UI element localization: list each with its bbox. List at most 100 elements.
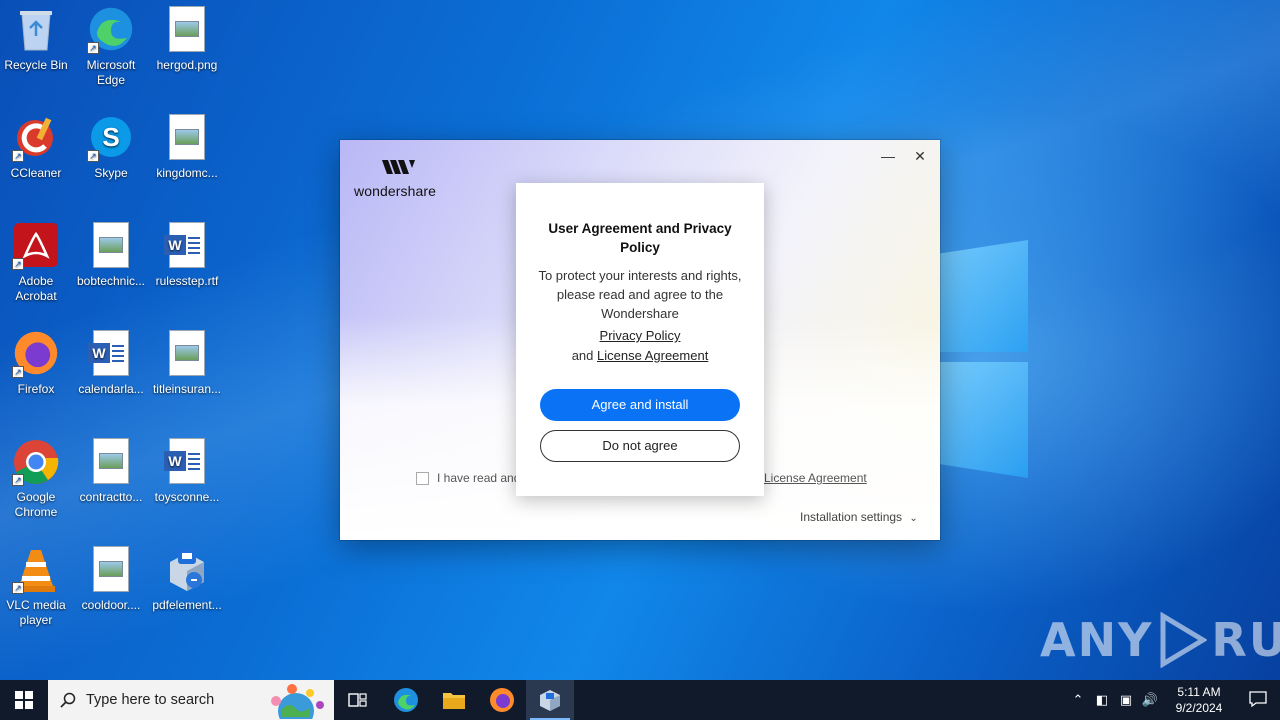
anyrun-watermark: ANY RUN [1040, 612, 1280, 668]
desktop-icon[interactable]: ↗ Firefox [0, 330, 74, 397]
shortcut-arrow-icon: ↗ [12, 366, 24, 378]
desktop-icon-label: Firefox [17, 382, 55, 396]
shortcut-arrow-icon: ↗ [12, 150, 24, 162]
desktop-icon[interactable]: Wtoysconne... [149, 438, 225, 505]
agree-and-install-button[interactable]: Agree and install [540, 389, 740, 421]
firefox-icon [490, 688, 514, 712]
and-text: and [571, 348, 594, 363]
desktop-icon[interactable]: ↗ Microsoft Edge [73, 6, 149, 88]
desktop-icon[interactable]: bobtechnic... [73, 222, 149, 289]
desktop-icon-label: CCleaner [10, 166, 62, 180]
clock[interactable]: 5:11 AM 9/2/2024 [1166, 684, 1232, 716]
desktop-icon[interactable]: kingdomc... [149, 114, 225, 181]
desktop-icon[interactable]: ↗ Adobe Acrobat [0, 222, 74, 304]
image-file-icon [87, 438, 135, 486]
desktop-icon[interactable]: ↗ CCleaner [0, 114, 74, 181]
shortcut-arrow-icon: ↗ [12, 582, 24, 594]
license-agreement-link[interactable]: License Agreement [764, 471, 867, 485]
network-icon[interactable]: ▣ [1114, 692, 1138, 708]
installation-settings-toggle[interactable]: Installation settings ⌄ [800, 510, 918, 524]
edge-icon [394, 688, 418, 712]
svg-text:S: S [102, 122, 119, 152]
do-not-agree-button[interactable]: Do not agree [540, 430, 740, 462]
desktop-icon-label: pdfelement... [152, 598, 222, 612]
minimize-button[interactable]: — [876, 146, 900, 166]
desktop-icon-label: titleinsuran... [152, 382, 222, 396]
shortcut-arrow-icon: ↗ [87, 42, 99, 54]
notification-icon [1249, 690, 1267, 707]
wondershare-logo: wondershare [354, 158, 454, 199]
taskbar-edge-button[interactable] [382, 680, 430, 720]
word-file-icon: W [163, 222, 211, 270]
desktop-icon[interactable]: S ↗ Skype [73, 114, 149, 181]
desktop-icon-label: Google Chrome [14, 490, 58, 519]
task-view-icon [348, 693, 367, 707]
desktop-icon[interactable]: ↗ Google Chrome [0, 438, 74, 520]
desktop-icon[interactable]: ↗ VLC media player [0, 546, 74, 628]
wondershare-wordmark: wondershare [354, 183, 437, 199]
desktop-icon[interactable]: Wrulesstep.rtf [149, 222, 225, 289]
image-file-icon [163, 6, 211, 54]
show-hidden-icons-chevron-icon[interactable]: ⌃ [1066, 692, 1090, 708]
agreement-checkbox-label: I have read and [437, 471, 521, 485]
desktop-icon-label: hergod.png [156, 58, 218, 72]
notification-center-button[interactable] [1236, 690, 1280, 710]
firefox-icon: ↗ [12, 330, 60, 378]
chevron-down-icon: ⌄ [909, 513, 918, 524]
dialog-links: Privacy Policy and License Agreement [516, 326, 764, 366]
desktop-icon[interactable]: Recycle Bin [0, 6, 74, 73]
dialog-description: To protect your interests and rights, pl… [538, 268, 742, 321]
dialog-title: User Agreement and Privacy Policy [548, 221, 732, 255]
taskbar-installer-button[interactable] [526, 680, 574, 720]
taskbar-firefox-button[interactable] [478, 680, 526, 720]
windows-logo-wallpaper [940, 240, 1030, 480]
desktop-icon[interactable]: hergod.png [149, 6, 225, 73]
ccleaner-icon: ↗ [12, 114, 60, 162]
shortcut-arrow-icon: ↗ [12, 258, 24, 270]
desktop-icon-label: kingdomc... [156, 166, 218, 180]
clock-date: 9/2/2024 [1175, 701, 1223, 715]
system-tray: ⌃ ◧ ▣ 🔊 5:11 AM 9/2/2024 [1066, 680, 1280, 720]
image-file-icon [87, 222, 135, 270]
agreement-checkbox[interactable] [416, 471, 429, 485]
shortcut-arrow-icon: ↗ [87, 150, 99, 162]
desktop-icon-label: Skype [94, 166, 128, 180]
taskbar-search-box[interactable]: Type here to search [48, 680, 334, 720]
installer-icon [540, 690, 560, 711]
meet-now-icon[interactable]: ◧ [1090, 692, 1114, 708]
windows-start-icon [15, 691, 33, 709]
license-agreement-dialog-link[interactable]: License Agreement [597, 348, 708, 363]
close-button[interactable]: ✕ [908, 146, 932, 166]
desktop-icon[interactable]: contractto... [73, 438, 149, 505]
desktop-icon-label: contractto... [79, 490, 143, 504]
desktop-icon[interactable]: Wcalendarla... [73, 330, 149, 397]
search-highlight-globe-icon [271, 684, 324, 719]
acrobat-icon: ↗ [12, 222, 60, 270]
taskbar-file-explorer-button[interactable] [430, 680, 478, 720]
start-button[interactable] [0, 680, 48, 720]
desktop-icon-label: VLC media player [6, 598, 66, 627]
image-file-icon [87, 546, 135, 594]
desktop-icon-label: Recycle Bin [4, 58, 68, 72]
file-explorer-icon [443, 693, 465, 709]
edge-icon: ↗ [87, 6, 135, 54]
pdfelement-installer-icon [163, 546, 211, 594]
watermark-left-text: ANY [1040, 613, 1154, 667]
desktop-icon[interactable]: cooldoor.... [73, 546, 149, 613]
wondershare-mark-icon [382, 160, 415, 174]
task-view-button[interactable] [334, 680, 382, 720]
user-agreement-dialog: User Agreement and Privacy Policy To pro… [516, 183, 764, 496]
shortcut-arrow-icon: ↗ [12, 474, 24, 486]
image-file-icon [163, 114, 211, 162]
desktop-icon[interactable]: pdfelement... [149, 546, 225, 613]
volume-icon[interactable]: 🔊 [1138, 692, 1162, 708]
recycle-bin-icon [12, 6, 60, 54]
desktop-icon-label: Microsoft Edge [86, 58, 136, 87]
desktop-icon[interactable]: titleinsuran... [149, 330, 225, 397]
skype-icon: S ↗ [87, 114, 135, 162]
installation-settings-label: Installation settings [800, 510, 903, 524]
privacy-policy-link[interactable]: Privacy Policy [600, 328, 681, 343]
vlc-icon: ↗ [12, 546, 60, 594]
agreement-checkbox-row: I have read and [416, 471, 520, 485]
desktop-icon-label: calendarla... [78, 382, 144, 396]
